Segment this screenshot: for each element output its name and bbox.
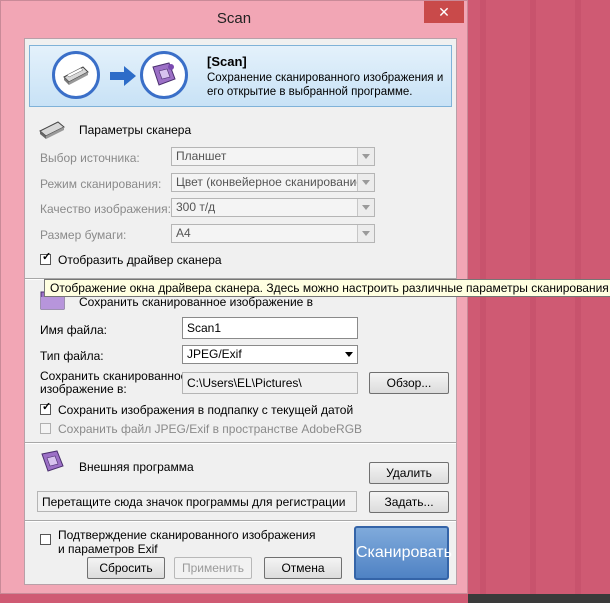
subfolder-checkbox[interactable]: ✓ xyxy=(40,402,51,415)
quality-label: Качество изображения: xyxy=(40,202,171,216)
window-title: Scan xyxy=(216,10,252,27)
confirm-label-line2: и параметров Exif xyxy=(58,542,158,556)
header-banner: [Scan] Сохранение сканированного изображ… xyxy=(29,45,452,107)
source-value: Планшет xyxy=(176,149,227,163)
external-program-title: Внешняя программа xyxy=(79,460,194,474)
confirm-label: Подтверждение сканированного изображения… xyxy=(58,528,315,556)
chevron-down-icon xyxy=(357,148,374,165)
subfolder-label: Сохранить изображения в подпапку с текущ… xyxy=(58,403,354,417)
adobergb-checkbox[interactable] xyxy=(40,423,51,434)
close-button[interactable]: ✕ xyxy=(424,1,464,23)
filetype-select[interactable]: JPEG/Exif xyxy=(182,345,358,364)
separator xyxy=(25,442,456,444)
chevron-down-icon xyxy=(357,174,374,191)
scanner-icon xyxy=(39,121,65,139)
close-icon: ✕ xyxy=(438,4,450,20)
cancel-button[interactable]: Отмена xyxy=(264,557,342,579)
title-bar[interactable]: Scan ✕ xyxy=(1,1,467,35)
filetype-value: JPEG/Exif xyxy=(187,347,242,361)
browse-button[interactable]: Обзор... xyxy=(369,372,449,394)
apply-button[interactable]: Применить xyxy=(174,557,252,579)
application-icon xyxy=(140,51,188,99)
save-section-title: Сохранить сканированное изображение в xyxy=(79,295,314,309)
paper-value: A4 xyxy=(176,226,191,240)
mode-value: Цвет (конвейерное сканирование) xyxy=(176,175,367,189)
adobergb-label: Сохранить файл JPEG/Exif в пространстве … xyxy=(58,422,363,436)
separator xyxy=(25,520,456,522)
scan-button[interactable]: Сканировать xyxy=(354,526,452,580)
quality-value: 300 т/д xyxy=(176,200,216,214)
reset-button[interactable]: Сбросить xyxy=(87,557,165,579)
set-program-button[interactable]: Задать... xyxy=(369,491,449,513)
banner-title: [Scan] xyxy=(207,54,247,69)
filename-input[interactable]: Scan1 xyxy=(182,317,358,339)
chevron-down-icon xyxy=(341,346,357,363)
show-driver-checkbox[interactable]: ✓ xyxy=(40,252,51,265)
chevron-down-icon xyxy=(357,225,374,242)
program-drop-area[interactable]: Перетащите сюда значок программы для рег… xyxy=(37,491,357,512)
filename-label: Имя файла: xyxy=(40,323,107,337)
dialog-body: [Scan] Сохранение сканированного изображ… xyxy=(24,38,457,585)
show-driver-label: Отобразить драйвер сканера xyxy=(58,253,222,267)
confirm-checkbox[interactable] xyxy=(40,534,51,545)
path-label-line2: изображение в: xyxy=(40,382,127,396)
path-input[interactable]: C:\Users\EL\Pictures\ xyxy=(182,372,358,394)
mode-label: Режим сканирования: xyxy=(40,177,162,191)
scanner-icon xyxy=(52,51,100,99)
arrow-right-icon xyxy=(110,66,136,86)
chevron-down-icon xyxy=(357,199,374,216)
source-label: Выбор источника: xyxy=(40,151,140,165)
source-select[interactable]: Планшет xyxy=(171,147,375,166)
paper-label: Размер бумаги: xyxy=(40,228,127,242)
delete-button[interactable]: Удалить xyxy=(369,462,449,484)
paper-select[interactable]: A4 xyxy=(171,224,375,243)
quality-select[interactable]: 300 т/д xyxy=(171,198,375,217)
mode-select[interactable]: Цвет (конвейерное сканирование) xyxy=(171,173,375,192)
scanner-settings-title: Параметры сканера xyxy=(79,123,192,137)
banner-description: Сохранение сканированного изображения и … xyxy=(207,72,444,98)
application-icon xyxy=(41,450,64,472)
taskbar-corner xyxy=(468,594,610,603)
filetype-label: Тип файла: xyxy=(40,349,104,363)
path-label: Сохранить сканированное изображение в: xyxy=(40,370,187,396)
scan-window: Scan ✕ [Scan] Сохранение сканированного … xyxy=(0,0,468,594)
driver-tooltip: Отображение окна драйвера сканера. Здесь… xyxy=(44,279,610,297)
confirm-label-line1: Подтверждение сканированного изображения xyxy=(58,528,316,542)
